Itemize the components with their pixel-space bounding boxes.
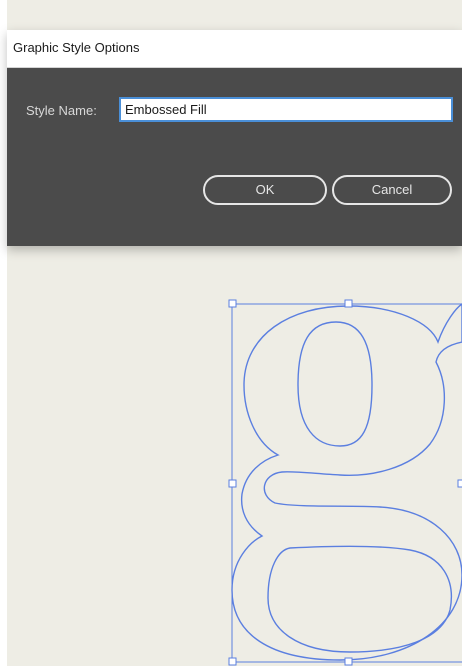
style-name-input[interactable] bbox=[119, 97, 453, 122]
cancel-button[interactable]: Cancel bbox=[332, 175, 452, 205]
style-name-label: Style Name: bbox=[26, 103, 97, 118]
resize-handle-middle-right bbox=[457, 479, 462, 488]
selection-bounding-box[interactable] bbox=[228, 299, 462, 666]
resize-handle-middle-left bbox=[228, 479, 237, 488]
letter-g-upper-counter bbox=[297, 321, 373, 447]
selected-letter-g[interactable] bbox=[231, 303, 462, 661]
graphic-style-options-dialog: Graphic Style Options Style Name: OK Can… bbox=[7, 30, 462, 246]
letter-g-outer-contour bbox=[231, 303, 462, 661]
dialog-titlebar[interactable]: Graphic Style Options bbox=[7, 30, 462, 68]
letter-g-lower-counter bbox=[267, 545, 452, 653]
resize-handle-bottom-left bbox=[228, 657, 237, 666]
resize-handle-bottom-middle bbox=[344, 657, 353, 666]
resize-handle-top-middle bbox=[344, 299, 353, 308]
dialog-title: Graphic Style Options bbox=[13, 40, 140, 55]
ok-button[interactable]: OK bbox=[203, 175, 327, 205]
resize-handle-top-left bbox=[228, 299, 237, 308]
